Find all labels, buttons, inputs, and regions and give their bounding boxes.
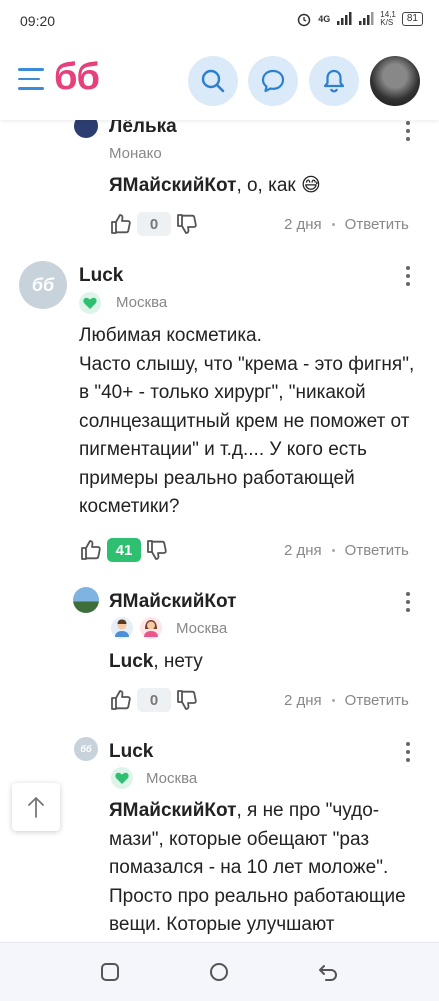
comment-text: ЯМайскийКот, о, как 😅 [109,172,321,201]
arrow-up-icon [28,797,44,818]
thumbs-up-icon[interactable] [109,212,133,236]
thumbs-up-icon[interactable] [79,538,103,562]
home-icon[interactable] [209,962,229,982]
user-avatar[interactable] [370,56,420,106]
vote-count: 0 [137,688,171,712]
more-options-icon[interactable] [405,266,411,290]
signal-icon-2 [359,12,374,25]
reply-link[interactable]: Ответить [345,542,409,559]
chat-icon [261,69,285,93]
vote-group: 0 [109,212,199,236]
mention[interactable]: Luck [109,651,153,672]
vote-count: 0 [137,212,171,236]
comment-author[interactable]: Luck [79,265,123,287]
battery-indicator: 81 [401,12,423,26]
notifications-button[interactable] [309,56,359,106]
heart-badge-icon [79,292,101,314]
status-icons: 4G 14,1 K/S 81 [296,11,423,27]
network-speed: 14,1 K/S [380,10,396,27]
vote-count: 41 [107,538,141,562]
comment-author[interactable]: ЯМайскийКот [109,591,236,613]
vote-group: 41 [79,538,169,562]
more-options-icon[interactable] [405,742,411,766]
bell-icon [323,69,345,93]
reply-link[interactable]: Ответить [345,692,409,709]
alarm-icon [298,13,311,27]
search-icon [201,69,225,93]
comment-author[interactable]: Luck [109,741,153,763]
recent-apps-icon[interactable] [100,962,120,982]
thumbs-up-icon[interactable] [109,688,133,712]
app-header: бб [0,40,439,120]
menu-icon[interactable] [18,68,44,90]
more-options-icon[interactable] [405,592,411,616]
comment-time: 2 дня [284,692,322,709]
thumbs-down-icon[interactable] [145,538,169,562]
heart-badge-icon [111,767,133,789]
comment-time: 2 дня [284,216,322,233]
network-type: 4G [318,14,331,24]
avatar[interactable] [73,587,99,613]
comment-city: Москва [146,770,198,787]
comment-time: 2 дня [284,542,322,559]
more-options-icon[interactable] [405,121,411,145]
comment-meta: 2 дня Ответить [284,216,409,233]
mention[interactable]: ЯМайскийКот [109,175,236,196]
avatar[interactable]: бб [74,737,98,761]
comment-text: Luck, нету [109,648,203,677]
reply-link[interactable]: Ответить [345,216,409,233]
comment-body: , о, как 😅 [236,175,321,196]
thumbs-down-icon[interactable] [175,688,199,712]
scroll-to-top-button[interactable] [12,783,60,831]
comment-body: , нету [153,651,203,672]
status-bar: 09:20 4G 14,1 K/S 81 [0,0,439,40]
signal-icon [337,12,352,25]
avatar[interactable]: бб [19,261,67,309]
back-icon[interactable] [318,962,338,982]
vote-group: 0 [109,688,199,712]
comment-text: Любимая косметика. Часто слышу, что "кре… [79,325,415,517]
thumbs-down-icon[interactable] [175,212,199,236]
boy-avatar-icon [111,617,133,639]
site-logo[interactable]: бб [54,56,100,99]
chat-button[interactable] [248,56,298,106]
comment-meta: 2 дня Ответить [284,692,409,709]
comment-text: ЯМайскийКот, я не про "чудо-мази", котор… [109,797,421,940]
system-nav-bar [0,942,439,1001]
mention[interactable]: ЯМайскийКот [109,800,236,821]
comment-city: Москва [116,294,168,311]
search-button[interactable] [188,56,238,106]
comment-city: Москва [176,620,228,637]
girl-avatar-icon [140,617,162,639]
comment-meta: 2 дня Ответить [284,542,409,559]
comment-city: Монако [109,145,162,162]
status-time: 09:20 [20,13,56,29]
